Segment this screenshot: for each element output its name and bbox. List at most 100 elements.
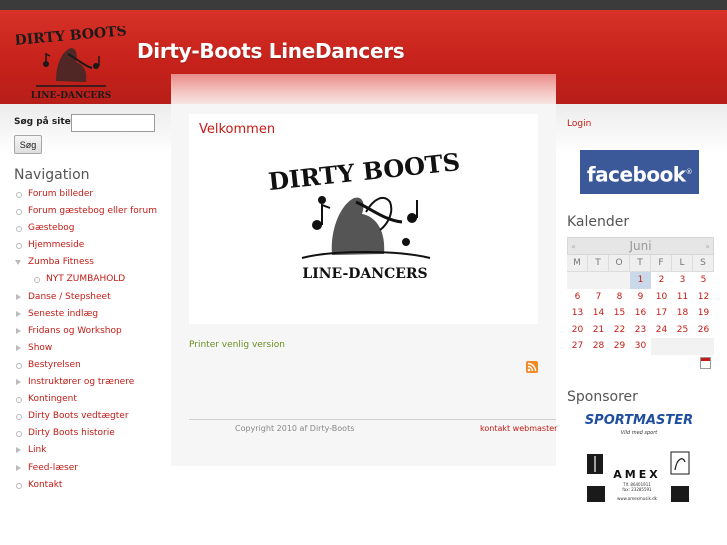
calendar-next-button[interactable]: » [705,238,710,255]
nav-item-label: Instruktører og trænere [28,377,135,388]
calendar-empty-cell [588,272,609,289]
calendar-weekday: T [588,255,609,272]
calendar-day[interactable]: 3 [672,272,693,289]
calendar-prev-button[interactable]: « [571,238,576,255]
nav-item-5[interactable]: NYT ZUMBAHOLD [14,274,164,291]
calendar-day[interactable]: 2 [651,272,672,289]
calendar-day[interactable]: 8 [609,289,630,306]
amex-text: AMEX [613,468,660,481]
nav-item-0[interactable]: Forum billeder [14,189,164,206]
calendar-day[interactable]: 6 [567,289,588,306]
nav-item-10[interactable]: Bestyrelsen [14,360,164,377]
calendar-day[interactable]: 27 [567,338,588,355]
nav-item-14[interactable]: Dirty Boots historie [14,428,164,445]
nav-item-label: Forum billeder [28,189,94,199]
calendar-day[interactable]: 11 [672,289,693,306]
collapsed-triangle-icon [16,310,21,317]
collapsed-triangle-icon [16,447,21,454]
calendar-weekday: M [567,255,588,272]
calendar-day[interactable]: 7 [588,289,609,306]
calendar-day[interactable]: 15 [609,305,630,322]
navigation-title: Navigation [14,167,90,183]
sportmaster-logo[interactable]: SPORTMASTER Vild med sport [583,409,695,437]
nav-item-17[interactable]: Kontakt [14,480,164,497]
nav-item-label: Fridans og Workshop [28,325,122,336]
nav-item-11[interactable]: Instruktører og trænere [14,377,164,394]
calendar-weekday: O [609,255,630,272]
calendar-day[interactable]: 30 [630,338,651,355]
calendar-day[interactable]: 20 [567,322,588,339]
login-link[interactable]: Login [567,119,591,129]
printer-friendly-link[interactable]: Printer venlig version [189,340,285,350]
calendar-icon[interactable] [700,357,711,369]
calendar-empty-cell [672,338,693,355]
nav-item-13[interactable]: Dirty Boots vedtægter [14,411,164,428]
calendar-day[interactable]: 17 [651,305,672,322]
calendar-day[interactable]: 29 [609,338,630,355]
site-logo[interactable]: DIRTY BOOTS LINE-DANCERS [16,26,126,102]
nav-item-label: Link [28,445,47,456]
calendar-header: « Juni » [567,237,714,255]
nav-item-9[interactable]: Show [14,343,164,360]
nav-item-7[interactable]: Seneste indlæg [14,309,164,326]
calendar-grid: M T O T F L S 1 2 3 5 6 7 8 9 10 11 12 13 14 15 16 17 18 19 20 21 2… [567,255,714,355]
calendar: « Juni » M T O T F L S 1 2 3 5 6 7 8 9 10 11 12 13 14 15 16 17… [567,237,714,355]
nav-item-8[interactable]: Fridans og Workshop [14,326,164,343]
nav-item-6[interactable]: Danse / Stepsheet [14,292,164,309]
nav-item-label: Gæstebog [28,223,75,234]
calendar-day[interactable]: 28 [588,338,609,355]
nav-item-16[interactable]: Feed-læser [14,463,164,480]
site-title[interactable]: Dirty-Boots LineDancers [137,39,405,63]
contact-webmaster-link[interactable]: kontakt webmaster [480,424,557,433]
calendar-day[interactable]: 22 [609,322,630,339]
facebook-trademark: ® [685,168,693,176]
logo-text-top: DIRTY BOOTS [16,26,126,49]
nav-item-label: Show [28,342,53,353]
calendar-day[interactable]: 19 [693,305,714,322]
calendar-day[interactable]: 21 [588,322,609,339]
bullet-icon [16,397,22,404]
facebook-badge[interactable]: facebook® [580,150,699,194]
nav-item-label: Dirty Boots historie [28,428,115,439]
calendar-day[interactable]: 23 [630,322,651,339]
nav-item-15[interactable]: Link [14,445,164,462]
nav-item-3[interactable]: Hjemmeside [14,240,164,257]
main-logo-text-top: DIRTY BOOTS [267,150,462,196]
nav-item-label: Forum gæstebog eller forum [28,206,157,217]
search-label: Søg på sitet: [14,117,79,127]
amex-music-logo[interactable]: AMEX Tlf. 86401911 fax: 23285591 www.ame… [583,448,693,506]
rss-feed-icon[interactable] [526,361,538,373]
calendar-day[interactable]: 26 [693,322,714,339]
calendar-day[interactable]: 24 [651,322,672,339]
calendar-day[interactable]: 10 [651,289,672,306]
nav-item-1[interactable]: Forum gæstebog eller forum [14,206,164,223]
nav-item-4[interactable]: Zumba Fitness [14,257,164,274]
amex-fax: fax: 23285591 [622,487,652,492]
nav-item-label: Bestyrelsen [28,359,81,370]
bullet-icon [16,209,22,216]
calendar-day[interactable]: 12 [693,289,714,306]
nav-item-12[interactable]: Kontingent [14,394,164,411]
nav-item-2[interactable]: Gæstebog [14,223,164,240]
bullet-icon [16,482,22,489]
calendar-day[interactable]: 25 [672,322,693,339]
search-button[interactable]: Søg [14,135,42,154]
calendar-day[interactable]: 18 [672,305,693,322]
calendar-day[interactable]: 1 [630,272,651,289]
nav-item-label: Kontakt [28,479,63,490]
collapsed-triangle-icon [16,344,21,351]
calendar-month: Juni [629,239,652,253]
calendar-day[interactable]: 5 [693,272,714,289]
bullet-icon [16,192,22,198]
calendar-day[interactable]: 14 [588,305,609,322]
calendar-day[interactable]: 9 [630,289,651,306]
amex-url: www.amexmusik.dk [617,496,658,501]
calendar-empty-cell [693,338,714,355]
sportmaster-text: SPORTMASTER [585,413,693,428]
calendar-empty-cell [651,338,672,355]
nav-item-label: Hjemmeside [28,240,85,251]
search-input[interactable] [71,114,155,132]
calendar-day[interactable]: 13 [567,305,588,322]
calendar-day[interactable]: 16 [630,305,651,322]
calendar-empty-cell [609,272,630,289]
